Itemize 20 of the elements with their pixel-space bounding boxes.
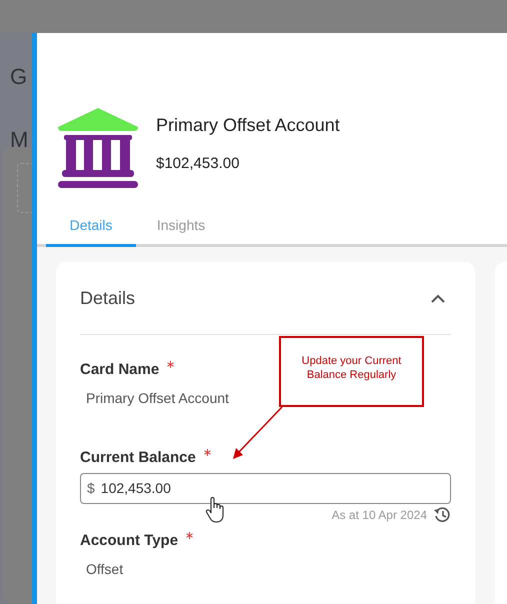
history-icon[interactable] xyxy=(433,506,451,524)
annotation-callout: Update your Current Balance Regularly xyxy=(279,336,424,407)
field-label: Current Balance xyxy=(80,448,196,468)
section-title: Details xyxy=(80,286,136,310)
tab[interactable]: Details xyxy=(46,213,136,247)
annotation-arrow xyxy=(230,406,284,461)
balance-date-note: As at 10 Apr 2024 xyxy=(332,507,427,524)
account-title: Primary Offset Account xyxy=(156,114,340,138)
field-label: Account Type xyxy=(80,531,178,551)
account-balance: $102,453.00 xyxy=(156,154,240,174)
tab[interactable]: Insights xyxy=(136,213,226,244)
field-value: Primary Offset Account xyxy=(85,388,230,408)
field-value: Offset xyxy=(85,560,124,578)
collapse-chevron-icon[interactable] xyxy=(431,294,445,302)
balance-input[interactable]: $ 102,453.00 xyxy=(80,473,451,504)
background-text: M xyxy=(10,126,28,154)
bank-icon xyxy=(58,108,138,188)
background-text: G xyxy=(10,63,28,91)
hand-cursor-icon xyxy=(205,497,225,523)
field-label: Card Name xyxy=(80,360,160,380)
